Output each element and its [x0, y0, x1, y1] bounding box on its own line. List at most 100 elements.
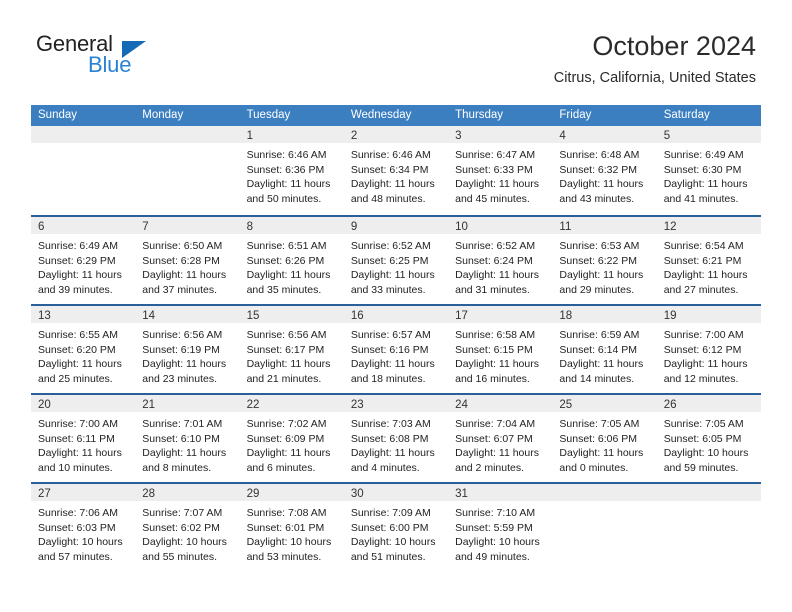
sunset-time: Sunset: 6:09 PM [246, 432, 325, 445]
title-block: October 2024 Citrus, California, United … [554, 30, 756, 88]
sunrise-time: Sunrise: 7:03 AM [350, 418, 431, 430]
calendar-day-cell[interactable]: 29 Sunrise: 7:08 AM Sunset: 6:01 PM Dayligh… [239, 484, 344, 571]
daylight-duration-line2: and 27 minutes. [663, 283, 739, 296]
general-blue-logo: General Blue [36, 32, 166, 82]
daylight-duration-line2: and 55 minutes. [142, 550, 217, 563]
calendar-day-cell[interactable]: 27 Sunrise: 7:06 AM Sunset: 6:03 PM Dayligh… [31, 484, 136, 571]
day-number: 2 [350, 130, 358, 142]
day-number-band: 9 [343, 217, 449, 234]
sunrise-time: Sunrise: 6:55 AM [38, 329, 118, 341]
sunset-time: Sunset: 5:59 PM [455, 521, 533, 534]
sunset-time: Sunset: 6:02 PM [142, 521, 220, 534]
calendar-day-cell[interactable]: 3 Sunrise: 6:47 AM Sunset: 6:33 PM Daylight… [448, 126, 553, 215]
calendar-day-cell[interactable]: 21 Sunrise: 7:01 AM Sunset: 6:10 PM Dayligh… [135, 395, 240, 482]
calendar-day-cell[interactable]: 26 Sunrise: 7:05 AM Sunset: 6:05 PM Dayligh… [656, 395, 761, 482]
day-details: Sunrise: 6:54 AM Sunset: 6:21 PM Daylight:… [657, 234, 761, 297]
day-details: Sunrise: 6:57 AM Sunset: 6:16 PM Daylight:… [344, 323, 448, 386]
daylight-duration-line1: Daylight: 11 hours [246, 358, 331, 371]
calendar-day-cell[interactable]: 14 Sunrise: 6:56 AM Sunset: 6:19 PM Dayligh… [135, 306, 240, 393]
weekday-header-tuesday: Tuesday [246, 109, 291, 121]
calendar-day-cell[interactable]: 12 Sunrise: 6:54 AM Sunset: 6:21 PM Dayligh… [656, 217, 761, 304]
sunrise-time: Sunrise: 6:53 AM [559, 240, 640, 252]
calendar-day-cell[interactable]: 7 Sunrise: 6:50 AM Sunset: 6:28 PM Daylight… [135, 217, 240, 304]
sunrise-time: Sunrise: 7:09 AM [350, 507, 431, 519]
sunrise-time: Sunrise: 6:59 AM [559, 329, 640, 341]
day-number-band: 14 [135, 306, 240, 323]
daylight-duration-line2: and 8 minutes. [142, 461, 212, 474]
daylight-duration-line2: and 12 minutes. [663, 372, 739, 385]
sunrise-time: Sunrise: 6:48 AM [559, 149, 640, 161]
calendar-day-cell[interactable]: 28 Sunrise: 7:07 AM Sunset: 6:02 PM Dayligh… [135, 484, 240, 571]
weekday-header-friday: Friday [559, 109, 592, 121]
calendar-day-cell[interactable]: 23 Sunrise: 7:03 AM Sunset: 6:08 PM Dayligh… [343, 395, 449, 482]
calendar-day-cell[interactable]: 20 Sunrise: 7:00 AM Sunset: 6:11 PM Dayligh… [31, 395, 136, 482]
weekday-header-saturday: Saturday [663, 109, 710, 121]
day-details: Sunrise: 6:56 AM Sunset: 6:17 PM Daylight:… [240, 323, 344, 386]
daylight-duration-line1: Daylight: 11 hours [455, 178, 539, 191]
day-number: 18 [559, 310, 573, 322]
day-number-band: 8 [239, 217, 344, 234]
day-number-band: 26 [656, 395, 761, 412]
calendar-day-cell[interactable]: 1 Sunrise: 6:46 AM Sunset: 6:36 PM Daylight… [239, 126, 344, 215]
sunset-time: Sunset: 6:22 PM [559, 254, 638, 267]
daylight-duration-line1: Daylight: 11 hours [38, 358, 122, 371]
sunset-time: Sunset: 6:00 PM [350, 521, 429, 534]
sunrise-time: Sunrise: 6:50 AM [142, 240, 223, 252]
day-number: 24 [455, 399, 468, 411]
calendar-day-cell[interactable]: 2 Sunrise: 6:46 AM Sunset: 6:34 PM Daylight… [343, 126, 449, 215]
sunset-time: Sunset: 6:05 PM [663, 432, 742, 445]
daylight-duration-line1: Daylight: 11 hours [559, 269, 644, 282]
calendar-day-cell[interactable]: 18 Sunrise: 6:59 AM Sunset: 6:14 PM Dayligh… [552, 306, 657, 393]
calendar-day-cell[interactable]: 17 Sunrise: 6:58 AM Sunset: 6:15 PM Dayligh… [448, 306, 553, 393]
calendar-day-cell[interactable]: 4 Sunrise: 6:48 AM Sunset: 6:32 PM Daylight… [552, 126, 657, 215]
day-number: 31 [455, 488, 468, 500]
day-number: 23 [350, 399, 364, 411]
sunrise-time: Sunrise: 7:00 AM [663, 329, 744, 341]
day-number-band [552, 484, 657, 501]
sunset-time: Sunset: 6:08 PM [350, 432, 429, 445]
daylight-duration-line1: Daylight: 11 hours [559, 178, 644, 191]
calendar-day-cell[interactable]: 25 Sunrise: 7:05 AM Sunset: 6:06 PM Dayligh… [552, 395, 657, 482]
sunrise-time: Sunrise: 6:49 AM [38, 240, 118, 252]
calendar-day-cell[interactable]: 24 Sunrise: 7:04 AM Sunset: 6:07 PM Dayligh… [448, 395, 553, 482]
daylight-duration-line2: and 4 minutes. [350, 461, 420, 474]
daylight-duration-line1: Daylight: 11 hours [246, 447, 331, 460]
calendar-day-cell[interactable]: 10 Sunrise: 6:52 AM Sunset: 6:24 PM Dayligh… [448, 217, 553, 304]
day-number-band: 16 [343, 306, 449, 323]
day-number: 20 [38, 399, 51, 411]
calendar-day-cell[interactable]: 5 Sunrise: 6:49 AM Sunset: 6:30 PM Daylight… [656, 126, 761, 215]
day-details: Sunrise: 6:48 AM Sunset: 6:32 PM Daylight:… [552, 143, 656, 206]
calendar-day-cell[interactable]: 30 Sunrise: 7:09 AM Sunset: 6:00 PM Dayligh… [343, 484, 449, 571]
daylight-duration-line1: Daylight: 11 hours [663, 358, 748, 371]
calendar-day-cell[interactable]: 11 Sunrise: 6:53 AM Sunset: 6:22 PM Dayligh… [552, 217, 657, 304]
sunrise-time: Sunrise: 6:46 AM [246, 149, 327, 161]
daylight-duration-line1: Daylight: 11 hours [455, 447, 539, 460]
daylight-duration-line2: and 0 minutes. [559, 461, 629, 474]
day-number: 27 [38, 488, 51, 500]
calendar-day-cell[interactable]: 16 Sunrise: 6:57 AM Sunset: 6:16 PM Dayligh… [343, 306, 449, 393]
calendar-day-cell[interactable]: 15 Sunrise: 6:56 AM Sunset: 6:17 PM Dayligh… [239, 306, 344, 393]
calendar-day-cell[interactable]: 9 Sunrise: 6:52 AM Sunset: 6:25 PM Daylight… [343, 217, 449, 304]
day-number: 29 [246, 488, 260, 500]
sunrise-time: Sunrise: 6:52 AM [455, 240, 536, 252]
daylight-duration-line2: and 37 minutes. [142, 283, 217, 296]
weekday-header-sunday: Sunday [38, 109, 78, 121]
calendar-day-cell[interactable]: 6 Sunrise: 6:49 AM Sunset: 6:29 PM Daylight… [31, 217, 136, 304]
daylight-duration-line1: Daylight: 10 hours [142, 536, 227, 549]
day-number-band: 18 [552, 306, 657, 323]
calendar-day-cell[interactable]: 13 Sunrise: 6:55 AM Sunset: 6:20 PM Dayligh… [31, 306, 136, 393]
calendar-day-cell[interactable]: 8 Sunrise: 6:51 AM Sunset: 6:26 PM Daylight… [239, 217, 344, 304]
calendar-day-cell[interactable]: 19 Sunrise: 7:00 AM Sunset: 6:12 PM Dayligh… [656, 306, 761, 393]
daylight-duration-line1: Daylight: 11 hours [350, 269, 435, 282]
daylight-duration-line2: and 23 minutes. [142, 372, 217, 385]
sunrise-time: Sunrise: 7:02 AM [246, 418, 327, 430]
weekday-header-thursday: Thursday [455, 109, 504, 121]
day-details: Sunrise: 6:51 AM Sunset: 6:26 PM Daylight:… [240, 234, 344, 297]
weekday-header-monday: Monday [142, 109, 184, 121]
day-number: 22 [246, 399, 260, 411]
daylight-duration-line1: Daylight: 11 hours [142, 358, 227, 371]
calendar-day-cell[interactable]: 22 Sunrise: 7:02 AM Sunset: 6:09 PM Dayligh… [239, 395, 344, 482]
sunset-time: Sunset: 6:28 PM [142, 254, 220, 267]
calendar-day-cell[interactable]: 31 Sunrise: 7:10 AM Sunset: 5:59 PM Dayligh… [448, 484, 553, 571]
day-details: Sunrise: 7:07 AM Sunset: 6:02 PM Daylight:… [135, 501, 239, 564]
